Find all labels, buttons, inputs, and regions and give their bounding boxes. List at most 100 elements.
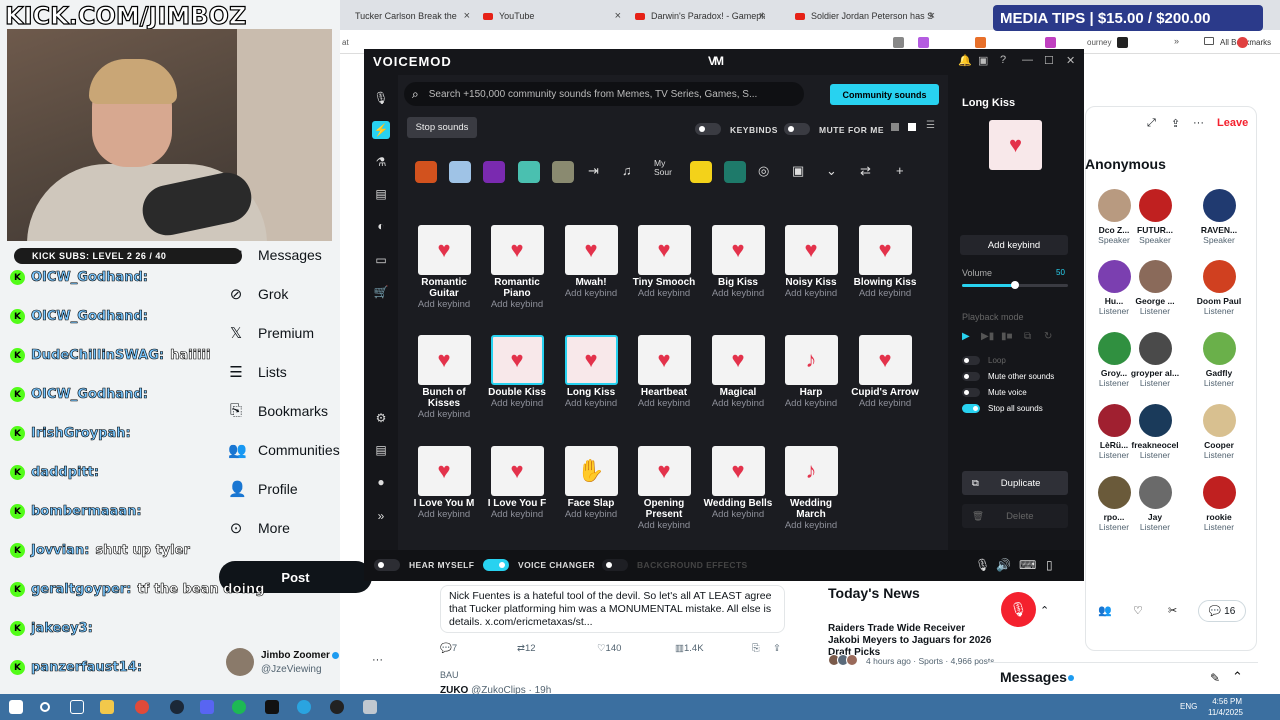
windows-start-icon[interactable]	[9, 700, 23, 714]
option-toggle[interactable]	[962, 388, 980, 397]
add-keybind-link[interactable]: Add keybind	[556, 398, 626, 409]
keyboard-icon[interactable]: ⌨	[1019, 558, 1036, 572]
add-keybind-link[interactable]: Add keybind	[703, 398, 773, 409]
phone-icon[interactable]: ▯	[1046, 558, 1053, 572]
sound-card[interactable]: ♥ I Love You F Add keybind	[482, 446, 552, 520]
category-tile[interactable]	[415, 161, 437, 183]
reply-button[interactable]: 💬 7	[440, 643, 457, 654]
close-icon[interactable]: ✕	[1066, 54, 1075, 67]
add-keybind-button[interactable]: Add keybind	[960, 235, 1068, 255]
chevron-down-icon[interactable]: ⌄	[826, 163, 837, 179]
play-icon[interactable]: ▶	[962, 331, 970, 342]
add-keybind-link[interactable]: Add keybind	[850, 398, 920, 409]
warning-icon[interactable]	[690, 161, 712, 183]
mic-icon[interactable]: 🎙	[372, 89, 390, 107]
shuffle-icon[interactable]: ⇄	[860, 163, 871, 179]
nav-grok[interactable]: ⊘ Grok	[228, 285, 289, 303]
keybinds-toggle[interactable]	[695, 123, 721, 135]
sound-card[interactable]: ♥ Double Kiss Add keybind	[482, 335, 552, 409]
telegram-icon[interactable]	[297, 700, 311, 714]
nav-messages[interactable]: ✉Messages	[228, 246, 322, 264]
hear-myself-toggle[interactable]	[374, 559, 400, 571]
overlap-icon[interactable]: ⧉	[1024, 331, 1031, 342]
playback-option[interactable]: Stop all sounds	[962, 404, 1043, 413]
list-view-icon[interactable]: ☰	[926, 120, 935, 131]
space-participant[interactable]: RAVEN... Speaker	[1189, 189, 1249, 245]
collapse-icon[interactable]: ⤢	[1147, 117, 1156, 130]
category-tile[interactable]	[449, 161, 471, 183]
space-participant[interactable]: George ... Listener	[1125, 260, 1185, 316]
voicemod-icon[interactable]	[265, 700, 279, 714]
space-participant[interactable]: freakneocel Listener	[1125, 404, 1185, 460]
chevron-up-icon[interactable]: ⌃	[1040, 604, 1049, 617]
stop-sounds-button[interactable]: Stop sounds	[407, 117, 477, 138]
play-stop-icon[interactable]: ▮■	[1001, 331, 1013, 342]
search-icon[interactable]	[40, 702, 50, 712]
sound-card[interactable]: ♪ Wedding March Add keybind	[776, 446, 846, 531]
mic-icon[interactable]: 🎙	[975, 558, 990, 572]
playback-option[interactable]: Mute voice	[962, 388, 1027, 397]
category-tile[interactable]	[518, 161, 540, 183]
loop-icon[interactable]: ↻	[1044, 331, 1052, 342]
task-view-icon[interactable]	[70, 700, 84, 714]
add-keybind-link[interactable]: Add keybind	[776, 520, 846, 531]
tuner-icon[interactable]: ◐	[372, 217, 390, 235]
extension-icon[interactable]	[1045, 37, 1056, 48]
add-keybind-link[interactable]: Add keybind	[556, 288, 626, 299]
space-participant[interactable]: Jay Listener	[1125, 476, 1185, 532]
sound-card[interactable]: ♥ Romantic Piano Add keybind	[482, 225, 552, 310]
add-keybind-link[interactable]: Add keybind	[629, 398, 699, 409]
expand-icon[interactable]: »	[372, 507, 390, 525]
add-keybind-link[interactable]: Add keybind	[482, 509, 552, 520]
play-restart-icon[interactable]: ▶▮	[981, 331, 994, 342]
nav-bookmarks[interactable]: ⎘ Bookmarks	[228, 402, 328, 419]
option-toggle[interactable]	[962, 372, 980, 381]
duplicate-button[interactable]: ⧉ Duplicate	[962, 471, 1068, 495]
sound-card[interactable]: ♥ Bunch of Kisses Add keybind	[409, 335, 479, 420]
add-keybind-link[interactable]: Add keybind	[556, 509, 626, 520]
chevron-right-icon[interactable]: »	[1174, 36, 1179, 46]
playback-option[interactable]: Loop	[962, 356, 1006, 365]
profile-icon[interactable]: ●	[372, 473, 390, 491]
sound-card[interactable]: ♥ Opening Present Add keybind	[629, 446, 699, 531]
target-icon[interactable]: ◎	[758, 163, 769, 179]
extension-icon[interactable]	[918, 37, 929, 48]
share-icon[interactable]: ⇪	[1171, 117, 1180, 130]
sound-card[interactable]: ♥ Tiny Smooch Add keybind	[629, 225, 699, 299]
sound-card[interactable]: ♥ Romantic Guitar Add keybind	[409, 225, 479, 310]
background-effects-toggle[interactable]	[602, 559, 628, 571]
add-keybind-link[interactable]: Add keybind	[776, 288, 846, 299]
arrow-icon[interactable]: ⇥	[588, 163, 599, 179]
nav-communities[interactable]: 👥 Communities	[228, 441, 340, 459]
add-keybind-link[interactable]: Add keybind	[409, 509, 479, 520]
browser-tab[interactable]: Darwin's Paradox! - Gameplay ×	[635, 5, 765, 27]
voicelab-icon[interactable]: ▤	[372, 185, 390, 203]
grid-view-icon[interactable]	[891, 123, 899, 131]
close-icon[interactable]: ×	[759, 10, 765, 22]
option-toggle[interactable]	[962, 356, 980, 365]
close-icon[interactable]: ×	[464, 10, 470, 22]
app-icon[interactable]	[363, 700, 377, 714]
repost-button[interactable]: ⇄ 12	[517, 643, 536, 654]
steam-icon[interactable]	[170, 700, 184, 714]
nav-more[interactable]: ⊙ More	[228, 519, 290, 537]
obs-icon[interactable]	[330, 700, 344, 714]
delete-button[interactable]: 🗑 Delete	[962, 504, 1068, 528]
sound-card[interactable]: ♥ Mwah! Add keybind	[556, 225, 626, 299]
music-note-icon[interactable]: ♫	[622, 163, 632, 178]
extension-icon[interactable]	[975, 37, 986, 48]
chrome-icon[interactable]	[135, 700, 149, 714]
chat-icon[interactable]: ▣	[978, 54, 988, 67]
nav-premium[interactable]: 𝕏 Premium	[228, 324, 314, 342]
people-icon[interactable]: 👥	[1098, 604, 1112, 617]
video-icon[interactable]: ▭	[372, 251, 390, 269]
nav-lists[interactable]: ☰ Lists	[228, 363, 287, 381]
sound-card[interactable]: ♥ Magical Add keybind	[703, 335, 773, 409]
sound-card[interactable]: ♥ Wedding Bells Add keybind	[703, 446, 773, 520]
voice-changer-toggle[interactable]	[483, 559, 509, 571]
add-keybind-link[interactable]: Add keybind	[409, 409, 479, 420]
document-icon[interactable]: ▤	[372, 441, 390, 459]
volume-slider[interactable]	[962, 281, 1068, 289]
add-keybind-link[interactable]: Add keybind	[629, 520, 699, 531]
sound-card[interactable]: ♥ Blowing Kiss Add keybind	[850, 225, 920, 299]
